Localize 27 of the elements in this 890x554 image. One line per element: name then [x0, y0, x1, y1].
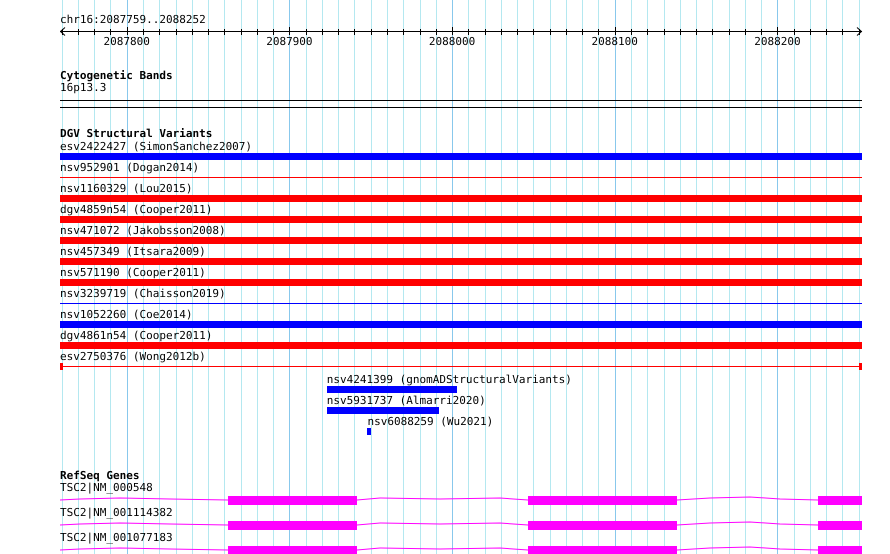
variant-label: nsv471072 (Jakobsson2008) — [60, 225, 226, 237]
tick-label: 2088100 — [592, 36, 638, 48]
tick-label: 2088000 — [428, 36, 476, 48]
variant-label: nsv4241399 (gnomADStructuralVariants) — [326, 374, 572, 386]
gene-label: TSC2|NM_001077183 — [60, 532, 174, 544]
tick-label: 2088200 — [754, 36, 801, 48]
band-label: 16p13.3 — [60, 82, 106, 94]
variant-label: nsv5931737 (Almarri2020) — [326, 395, 486, 407]
location-label: chr16:2087759..2088252 — [60, 14, 207, 26]
variant-label: nsv6088259 (Wu2021) — [367, 416, 494, 428]
variant-label: dgv4861n54 (Cooper2011) — [60, 330, 212, 342]
variant-label: nsv457349 (Itsara2009) — [60, 246, 206, 258]
variant-label: nsv571190 (Cooper2011) — [60, 267, 206, 279]
variant-label: nsv3239719 (Chaisson2019) — [60, 288, 226, 300]
variant-label: nsv1052260 (Coe2014) — [60, 309, 192, 321]
tick-label: 2087900 — [266, 36, 313, 48]
variant-label: nsv952901 (Dogan2014) — [60, 162, 200, 174]
variant-label: nsv1160329 (Lou2015) — [60, 183, 192, 195]
track-title: RefSeq Genes — [60, 470, 140, 482]
variant-label: esv2422427 (SimonSanchez2007) — [60, 141, 252, 153]
gene-label: TSC2|NM_000548 — [60, 482, 154, 494]
gene-label: TSC2|NM_001114382 — [60, 507, 174, 519]
tick-label: 2087800 — [104, 36, 150, 48]
variant-label: esv2750376 (Wong2012b) — [60, 351, 206, 363]
track-title: DGV Structural Variants — [60, 128, 214, 140]
track-title: Cytogenetic Bands — [60, 70, 174, 82]
variant-label: dgv4859n54 (Cooper2011) — [60, 204, 212, 216]
